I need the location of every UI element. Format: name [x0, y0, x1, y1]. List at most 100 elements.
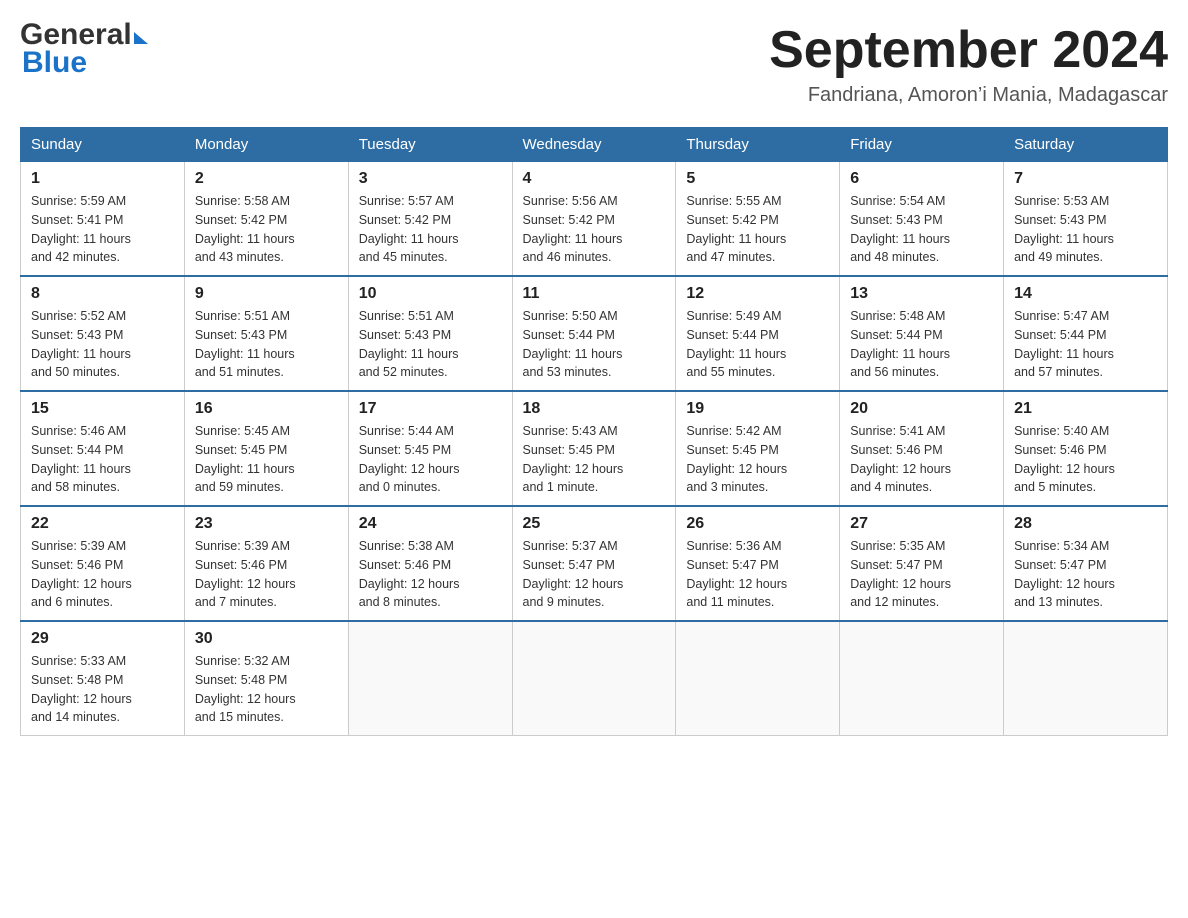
day-number: 23 — [195, 515, 338, 533]
calendar-table: SundayMondayTuesdayWednesdayThursdayFrid… — [20, 127, 1168, 736]
header-sunday: Sunday — [21, 128, 185, 162]
week-row-1: 1 Sunrise: 5:59 AMSunset: 5:41 PMDaylight… — [21, 162, 1168, 277]
header-tuesday: Tuesday — [348, 128, 512, 162]
day-number: 7 — [1014, 170, 1157, 188]
day-number: 24 — [359, 515, 502, 533]
calendar-cell: 2 Sunrise: 5:58 AMSunset: 5:42 PMDaylight… — [184, 162, 348, 277]
calendar-cell: 25 Sunrise: 5:37 AMSunset: 5:47 PMDayligh… — [512, 506, 676, 621]
calendar-cell: 8Sunrise: 5:52 AMSunset: 5:43 PMDaylight… — [21, 276, 185, 391]
header-monday: Monday — [184, 128, 348, 162]
logo-blue-text: Blue — [20, 48, 148, 78]
day-number: 27 — [850, 515, 993, 533]
day-info: Sunrise: 5:41 AMSunset: 5:46 PMDaylight:… — [850, 422, 993, 497]
day-number: 28 — [1014, 515, 1157, 533]
calendar-cell: 27 Sunrise: 5:35 AMSunset: 5:47 PMDayligh… — [840, 506, 1004, 621]
day-info: Sunrise: 5:56 AMSunset: 5:42 PMDaylight:… — [523, 192, 666, 267]
day-info: Sunrise: 5:37 AMSunset: 5:47 PMDaylight:… — [523, 537, 666, 612]
page-header: General Blue September 2024 Fandriana, A… — [20, 20, 1168, 107]
calendar-cell — [512, 621, 676, 736]
calendar-cell — [840, 621, 1004, 736]
week-row-5: 29 Sunrise: 5:33 AMSunset: 5:48 PMDayligh… — [21, 621, 1168, 736]
day-number: 1 — [31, 170, 174, 188]
day-number: 14 — [1014, 285, 1157, 303]
day-info: Sunrise: 5:40 AMSunset: 5:46 PMDaylight:… — [1014, 422, 1157, 497]
day-info: Sunrise: 5:53 AMSunset: 5:43 PMDaylight:… — [1014, 192, 1157, 267]
calendar-cell: 10 Sunrise: 5:51 AMSunset: 5:43 PMDayligh… — [348, 276, 512, 391]
calendar-cell: 5 Sunrise: 5:55 AMSunset: 5:42 PMDaylight… — [676, 162, 840, 277]
location-subtitle: Fandriana, Amoron’i Mania, Madagascar — [769, 84, 1168, 107]
day-number: 17 — [359, 400, 502, 418]
day-number: 29 — [31, 630, 174, 648]
day-info: Sunrise: 5:39 AMSunset: 5:46 PMDaylight:… — [195, 537, 338, 612]
day-info: Sunrise: 5:43 AMSunset: 5:45 PMDaylight:… — [523, 422, 666, 497]
day-info: Sunrise: 5:46 AMSunset: 5:44 PMDaylight:… — [31, 422, 174, 497]
day-number: 11 — [523, 285, 666, 303]
day-info: Sunrise: 5:52 AMSunset: 5:43 PMDaylight:… — [31, 307, 174, 382]
day-info: Sunrise: 5:59 AMSunset: 5:41 PMDaylight:… — [31, 192, 174, 267]
day-number: 6 — [850, 170, 993, 188]
day-info: Sunrise: 5:45 AMSunset: 5:45 PMDaylight:… — [195, 422, 338, 497]
calendar-cell — [676, 621, 840, 736]
day-info: Sunrise: 5:44 AMSunset: 5:45 PMDaylight:… — [359, 422, 502, 497]
day-number: 21 — [1014, 400, 1157, 418]
day-number: 25 — [523, 515, 666, 533]
day-info: Sunrise: 5:34 AMSunset: 5:47 PMDaylight:… — [1014, 537, 1157, 612]
calendar-cell: 18 Sunrise: 5:43 AMSunset: 5:45 PMDayligh… — [512, 391, 676, 506]
calendar-cell: 30 Sunrise: 5:32 AMSunset: 5:48 PMDayligh… — [184, 621, 348, 736]
day-number: 22 — [31, 515, 174, 533]
day-info: Sunrise: 5:36 AMSunset: 5:47 PMDaylight:… — [686, 537, 829, 612]
calendar-cell: 11 Sunrise: 5:50 AMSunset: 5:44 PMDayligh… — [512, 276, 676, 391]
calendar-cell: 29 Sunrise: 5:33 AMSunset: 5:48 PMDayligh… — [21, 621, 185, 736]
day-info: Sunrise: 5:57 AMSunset: 5:42 PMDaylight:… — [359, 192, 502, 267]
day-info: Sunrise: 5:51 AMSunset: 5:43 PMDaylight:… — [359, 307, 502, 382]
header-wednesday: Wednesday — [512, 128, 676, 162]
header-saturday: Saturday — [1004, 128, 1168, 162]
day-info: Sunrise: 5:51 AMSunset: 5:43 PMDaylight:… — [195, 307, 338, 382]
logo: General Blue — [20, 20, 148, 78]
day-number: 5 — [686, 170, 829, 188]
calendar-cell: 15 Sunrise: 5:46 AMSunset: 5:44 PMDayligh… — [21, 391, 185, 506]
calendar-cell: 19Sunrise: 5:42 AMSunset: 5:45 PMDayligh… — [676, 391, 840, 506]
day-number: 3 — [359, 170, 502, 188]
calendar-cell: 1 Sunrise: 5:59 AMSunset: 5:41 PMDaylight… — [21, 162, 185, 277]
day-info: Sunrise: 5:39 AMSunset: 5:46 PMDaylight:… — [31, 537, 174, 612]
day-info: Sunrise: 5:35 AMSunset: 5:47 PMDaylight:… — [850, 537, 993, 612]
calendar-cell: 17 Sunrise: 5:44 AMSunset: 5:45 PMDayligh… — [348, 391, 512, 506]
day-number: 30 — [195, 630, 338, 648]
day-info: Sunrise: 5:54 AMSunset: 5:43 PMDaylight:… — [850, 192, 993, 267]
calendar-cell: 28 Sunrise: 5:34 AMSunset: 5:47 PMDayligh… — [1004, 506, 1168, 621]
day-number: 13 — [850, 285, 993, 303]
logo-arrow-icon — [134, 32, 148, 44]
calendar-cell: 12 Sunrise: 5:49 AMSunset: 5:44 PMDayligh… — [676, 276, 840, 391]
calendar-cell: 22 Sunrise: 5:39 AMSunset: 5:46 PMDayligh… — [21, 506, 185, 621]
calendar-cell: 3 Sunrise: 5:57 AMSunset: 5:42 PMDaylight… — [348, 162, 512, 277]
day-info: Sunrise: 5:49 AMSunset: 5:44 PMDaylight:… — [686, 307, 829, 382]
day-number: 20 — [850, 400, 993, 418]
day-info: Sunrise: 5:42 AMSunset: 5:45 PMDaylight:… — [686, 422, 829, 497]
week-row-4: 22 Sunrise: 5:39 AMSunset: 5:46 PMDayligh… — [21, 506, 1168, 621]
day-info: Sunrise: 5:47 AMSunset: 5:44 PMDaylight:… — [1014, 307, 1157, 382]
header-row: SundayMondayTuesdayWednesdayThursdayFrid… — [21, 128, 1168, 162]
day-info: Sunrise: 5:58 AMSunset: 5:42 PMDaylight:… — [195, 192, 338, 267]
day-info: Sunrise: 5:50 AMSunset: 5:44 PMDaylight:… — [523, 307, 666, 382]
calendar-cell: 9Sunrise: 5:51 AMSunset: 5:43 PMDaylight… — [184, 276, 348, 391]
header-thursday: Thursday — [676, 128, 840, 162]
calendar-cell: 16Sunrise: 5:45 AMSunset: 5:45 PMDayligh… — [184, 391, 348, 506]
calendar-cell: 6 Sunrise: 5:54 AMSunset: 5:43 PMDaylight… — [840, 162, 1004, 277]
calendar-cell — [1004, 621, 1168, 736]
day-number: 2 — [195, 170, 338, 188]
day-number: 15 — [31, 400, 174, 418]
calendar-cell — [348, 621, 512, 736]
calendar-cell: 14 Sunrise: 5:47 AMSunset: 5:44 PMDayligh… — [1004, 276, 1168, 391]
day-number: 10 — [359, 285, 502, 303]
day-info: Sunrise: 5:48 AMSunset: 5:44 PMDaylight:… — [850, 307, 993, 382]
calendar-cell: 23 Sunrise: 5:39 AMSunset: 5:46 PMDayligh… — [184, 506, 348, 621]
day-info: Sunrise: 5:38 AMSunset: 5:46 PMDaylight:… — [359, 537, 502, 612]
day-number: 12 — [686, 285, 829, 303]
day-number: 26 — [686, 515, 829, 533]
day-info: Sunrise: 5:33 AMSunset: 5:48 PMDaylight:… — [31, 652, 174, 727]
day-info: Sunrise: 5:55 AMSunset: 5:42 PMDaylight:… — [686, 192, 829, 267]
day-number: 18 — [523, 400, 666, 418]
day-info: Sunrise: 5:32 AMSunset: 5:48 PMDaylight:… — [195, 652, 338, 727]
calendar-cell: 4Sunrise: 5:56 AMSunset: 5:42 PMDaylight… — [512, 162, 676, 277]
